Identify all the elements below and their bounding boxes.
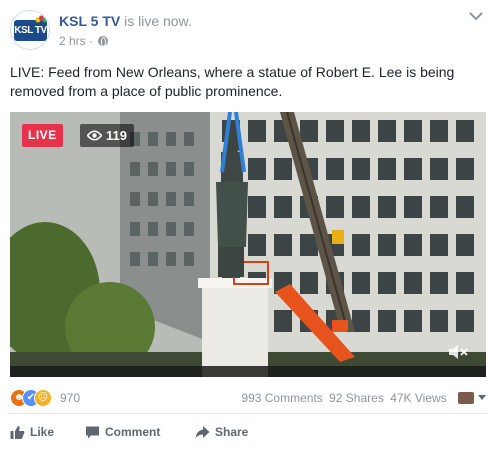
mute-button[interactable]: [448, 343, 470, 361]
live-badge: LIVE: [22, 124, 63, 147]
share-button[interactable]: Share: [195, 419, 265, 445]
comments-count-link[interactable]: 993 Comments: [241, 391, 322, 405]
eye-icon: [87, 130, 102, 141]
post-text: LIVE: Feed from New Orleans, where a sta…: [10, 64, 455, 99]
video-frame: [10, 112, 486, 377]
post-options-button[interactable]: [468, 10, 484, 22]
sad-icon: ☹: [34, 389, 52, 407]
post-title-line: KSL 5 TV is live now.: [59, 13, 192, 29]
viewer-count: 119: [106, 128, 127, 143]
like-button[interactable]: Like: [10, 419, 60, 445]
post-timestamp[interactable]: 2 hrs: [59, 34, 86, 48]
comment-button[interactable]: Comment: [85, 419, 175, 445]
page-avatar[interactable]: KSL TV: [10, 10, 50, 50]
comment-bubble-icon: [86, 426, 99, 439]
globe-icon[interactable]: [98, 36, 109, 47]
actions-divider: [10, 413, 486, 414]
peacock-icon: [35, 15, 48, 23]
chevron-down-icon[interactable]: [478, 395, 486, 400]
reaction-count[interactable]: 970: [60, 391, 80, 405]
post-meta: 2 hrs ·: [59, 34, 109, 48]
page-name-link[interactable]: KSL 5 TV: [59, 13, 120, 29]
chevron-down-icon: [469, 12, 483, 21]
live-video-player[interactable]: LIVE 119: [10, 112, 486, 377]
live-status-text: is live now.: [120, 13, 192, 29]
speaker-muted-icon: [449, 345, 468, 359]
post-actions-bar: Like Comment Share: [10, 419, 486, 445]
share-arrow-icon: [195, 426, 210, 439]
meta-separator: ·: [85, 34, 97, 48]
views-count[interactable]: 47K Views: [390, 391, 446, 405]
stats-counts: 993 Comments 92 Shares 47K Views: [238, 391, 486, 405]
like-label: Like: [30, 425, 55, 439]
comment-label: Comment: [105, 425, 161, 439]
engagement-stats: ☻ ✔ ☹ 970 993 Comments 92 Shares 47K Vie…: [10, 388, 486, 408]
share-as-avatar-thumbnail[interactable]: [458, 392, 474, 404]
thumbs-up-icon: [10, 426, 25, 439]
ksl-logo: KSL TV: [14, 20, 47, 41]
share-label: Share: [215, 425, 249, 439]
shares-count-link[interactable]: 92 Shares: [329, 391, 384, 405]
viewer-count-badge: 119: [80, 124, 134, 147]
post-header: KSL TV KSL 5 TV is live now. 2 hrs ·: [10, 10, 486, 50]
